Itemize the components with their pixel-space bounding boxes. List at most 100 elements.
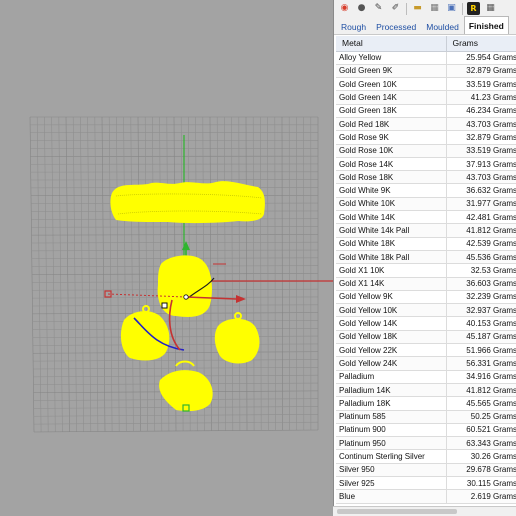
gumball-x-arrowhead[interactable] — [236, 295, 246, 303]
grams-value-cell: 34.916 Grams — [446, 370, 516, 384]
metal-name-cell: Gold White 18k Pall — [336, 250, 447, 265]
metal-weight-panel: ◉ ● ✎ ✐ ▬ ▦ ▣ R ▦ Rough Processed Moulded Finished … — [333, 0, 516, 516]
rhino-viewport[interactable] — [0, 0, 333, 516]
tab-finished[interactable]: Finished — [463, 16, 509, 34]
table-row[interactable]: Gold White 14k Pall 41.812 Grams — [336, 223, 516, 238]
table-row[interactable]: Gold Yellow 14K 40.153 Grams — [336, 316, 516, 331]
grams-value-cell: 30.26 Grams — [446, 449, 516, 464]
grams-value-cell: 36.632 Grams — [446, 183, 516, 198]
horizontal-scrollbar[interactable] — [333, 506, 516, 516]
table-row[interactable]: Gold White 9K 36.632 Grams — [336, 183, 516, 198]
window-icon[interactable]: ▣ — [445, 2, 458, 15]
metal-name-cell: Gold X1 10K — [336, 263, 447, 278]
pencil-icon[interactable]: ✐ — [389, 2, 402, 15]
metal-name-cell: Palladium 14K — [336, 383, 447, 398]
grams-value-cell: 32.879 Grams — [446, 64, 516, 79]
tab-processed[interactable]: Processed — [371, 18, 421, 34]
table-row[interactable]: Continum Sterling Silver 30.26 Grams — [336, 449, 516, 464]
gumball-center[interactable] — [183, 294, 189, 300]
metal-name-cell: Gold Yellow 9K — [336, 290, 447, 305]
grams-value-cell: 45.187 Grams — [446, 330, 516, 345]
pendant-charm-left[interactable] — [120, 305, 170, 361]
ring-band-object[interactable] — [110, 181, 265, 224]
metal-column-header[interactable]: Metal — [336, 36, 447, 52]
table-row[interactable]: Silver 950 29.678 Grams — [336, 463, 516, 478]
grams-value-cell: 33.519 Grams — [446, 144, 516, 158]
render-icon[interactable]: R — [467, 2, 480, 15]
grams-value-cell: 31.977 Grams — [446, 197, 516, 212]
table-row[interactable]: Palladium 18K 45.565 Grams — [336, 396, 516, 411]
metal-name-cell: Continum Sterling Silver — [336, 449, 447, 464]
metal-name-cell: Gold Yellow 22K — [336, 343, 447, 358]
metal-name-cell: Gold Rose 10K — [336, 144, 447, 158]
viewport-canvas[interactable] — [0, 0, 333, 516]
table-row[interactable]: Gold Rose 10K 33.519 Grams — [336, 144, 516, 158]
table-row[interactable]: Palladium 34.916 Grams — [336, 370, 516, 384]
table-row[interactable]: Gold X1 10K 32.53 Grams — [336, 263, 516, 278]
grams-value-cell: 32.879 Grams — [446, 130, 516, 145]
grams-column-header[interactable]: Grams — [446, 36, 516, 52]
pendant-charm-bottom[interactable] — [159, 360, 213, 412]
grams-value-cell: 32.937 Grams — [446, 303, 516, 318]
scrollbar-thumb[interactable] — [337, 509, 457, 514]
metal-name-cell: Gold Yellow 10K — [336, 303, 447, 318]
metal-name-cell: Gold X1 14K — [336, 277, 447, 291]
table-row[interactable]: Platinum 950 63.343 Grams — [336, 436, 516, 451]
table-row[interactable]: Gold Yellow 9K 32.239 Grams — [336, 290, 516, 305]
table-row[interactable]: Gold White 14K 42.481 Grams — [336, 210, 516, 225]
table-row[interactable]: Gold White 18k Pall 45.536 Grams — [336, 250, 516, 265]
table-row[interactable]: Gold Rose 18K 43.703 Grams — [336, 170, 516, 185]
grams-value-cell: 29.678 Grams — [446, 463, 516, 478]
gumball-scale-handle-z[interactable] — [161, 302, 168, 309]
tab-moulded[interactable]: Moulded — [421, 18, 464, 34]
table-row[interactable]: Gold Yellow 22K 51.966 Grams — [336, 343, 516, 358]
grams-value-cell: 40.153 Grams — [446, 316, 516, 331]
table-row[interactable]: Gold X1 14K 36.603 Grams — [336, 277, 516, 291]
table-row[interactable]: Gold Rose 14K 37.913 Grams — [336, 157, 516, 172]
metal-name-cell: Palladium 18K — [336, 396, 447, 411]
toolbar-separator — [406, 2, 407, 15]
metal-name-cell: Gold Yellow 14K — [336, 316, 447, 331]
table-row[interactable]: Silver 925 30.115 Grams — [336, 476, 516, 491]
grams-value-cell: 50.25 Grams — [446, 410, 516, 424]
grams-value-cell: 63.343 Grams — [446, 436, 516, 451]
brush-icon[interactable]: ✎ — [372, 2, 385, 15]
table-row[interactable]: Alloy Yellow 25.954 Grams — [336, 51, 516, 65]
table-row[interactable]: Gold Green 10K 33.519 Grams — [336, 77, 516, 92]
table-row[interactable]: Gold Rose 9K 32.879 Grams — [336, 130, 516, 145]
tab-rough[interactable]: Rough — [336, 18, 371, 34]
table-row[interactable]: Platinum 900 60.521 Grams — [336, 423, 516, 438]
folder-icon[interactable]: ▬ — [411, 2, 424, 15]
grams-value-cell: 2.619 Grams — [446, 489, 516, 504]
table-row[interactable]: Gold Yellow 18K 45.187 Grams — [336, 330, 516, 345]
grams-value-cell: 25.954 Grams — [446, 51, 516, 65]
grams-value-cell: 60.521 Grams — [446, 423, 516, 438]
metal-name-cell: Gold White 14k Pall — [336, 223, 447, 238]
table-row[interactable]: Palladium 14K 41.812 Grams — [336, 383, 516, 398]
table-row[interactable]: Gold Red 18K 43.703 Grams — [336, 117, 516, 132]
layers-icon[interactable]: ▦ — [428, 2, 441, 15]
metal-name-cell: Gold White 18K — [336, 237, 447, 251]
table-row[interactable]: Gold Yellow 24K 56.331 Grams — [336, 356, 516, 371]
table-row[interactable]: Gold Green 18K 46.234 Grams — [336, 104, 516, 118]
table-row[interactable]: Blue 2.619 Grams — [336, 489, 516, 504]
metal-name-cell: Palladium — [336, 370, 447, 384]
table-row[interactable]: Gold White 18K 42.539 Grams — [336, 237, 516, 251]
tab-strip: Rough Processed Moulded Finished — [334, 16, 516, 35]
metal-name-cell: Gold Yellow 18K — [336, 330, 447, 345]
metal-name-cell: Gold Yellow 24K — [336, 356, 447, 371]
grams-value-cell: 36.603 Grams — [446, 277, 516, 291]
sphere-icon[interactable]: ● — [355, 2, 368, 15]
metal-name-cell: Gold White 14K — [336, 210, 447, 225]
table-row[interactable]: Gold Green 9K 32.879 Grams — [336, 64, 516, 79]
table-row[interactable]: Gold White 10K 31.977 Grams — [336, 197, 516, 212]
metal-name-cell: Silver 950 — [336, 463, 447, 478]
metal-name-cell: Gold Green 9K — [336, 64, 447, 79]
grams-value-cell: 51.966 Grams — [446, 343, 516, 358]
grid-icon[interactable]: ▦ — [484, 2, 497, 15]
grams-value-cell: 41.23 Grams — [446, 90, 516, 105]
table-row[interactable]: Gold Yellow 10K 32.937 Grams — [336, 303, 516, 318]
table-row[interactable]: Platinum 585 50.25 Grams — [336, 410, 516, 424]
table-row[interactable]: Gold Green 14K 41.23 Grams — [336, 90, 516, 105]
color-wheel-icon[interactable]: ◉ — [338, 2, 351, 15]
